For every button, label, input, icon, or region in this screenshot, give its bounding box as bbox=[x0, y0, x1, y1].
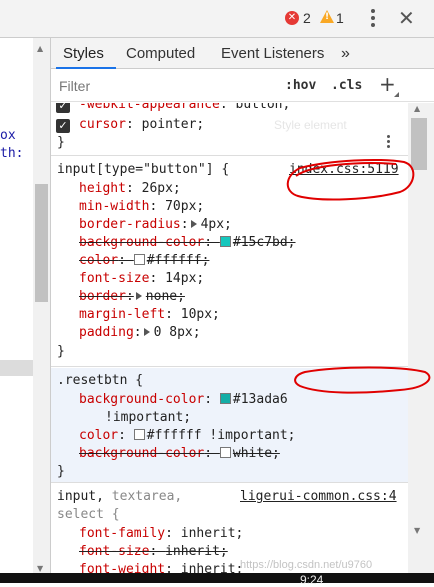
tab-computed[interactable]: Computed bbox=[126, 45, 195, 62]
taskbar bbox=[0, 573, 434, 583]
sidebar-tabs: Styles Computed Event Listeners » bbox=[51, 38, 434, 69]
color-swatch-icon[interactable] bbox=[219, 393, 231, 404]
warning-count[interactable]: 1 bbox=[336, 10, 344, 26]
property-value[interactable]: pointer; bbox=[142, 117, 205, 132]
declaration[interactable]: min-width: 70px; bbox=[79, 199, 204, 217]
styles-scrollbar[interactable] bbox=[408, 103, 434, 573]
declaration-overridden[interactable]: border: none; bbox=[79, 289, 185, 307]
color-swatch-icon[interactable] bbox=[133, 429, 145, 440]
elements-scrollbar[interactable]: ▲ ▼ bbox=[33, 38, 50, 583]
declaration[interactable]: margin-left: 10px; bbox=[79, 307, 220, 325]
scroll-down-arrow-icon[interactable]: ▼ bbox=[37, 564, 43, 573]
elements-fragment: ox bbox=[0, 128, 16, 143]
rule-selector[interactable]: input, textarea, bbox=[57, 489, 182, 507]
close-icon[interactable]: ✕ bbox=[398, 6, 415, 30]
rule-close-brace: } bbox=[57, 135, 65, 150]
cls-button[interactable]: .cls bbox=[331, 78, 362, 93]
rule-selector[interactable]: .resetbtn { bbox=[57, 373, 143, 391]
declaration[interactable]: color: #ffffff !important; bbox=[79, 428, 296, 446]
rule-selector[interactable]: select { bbox=[57, 507, 120, 525]
rule-close-brace: } bbox=[57, 344, 65, 359]
declaration[interactable]: font-size: 14px; bbox=[79, 271, 204, 289]
source-link[interactable]: index.css:5119 bbox=[289, 162, 399, 177]
scroll-up-arrow-icon[interactable]: ▲ bbox=[37, 44, 43, 53]
color-swatch-icon[interactable] bbox=[133, 254, 145, 265]
selected-node-row[interactable] bbox=[0, 360, 33, 376]
elements-scrollbar-thumb[interactable] bbox=[35, 184, 48, 302]
faint-tooltip: Style element bbox=[274, 118, 347, 132]
property-name[interactable]: cursor bbox=[79, 117, 126, 132]
kebab-icon[interactable] bbox=[385, 133, 391, 151]
checkbox-icon[interactable]: ✓ bbox=[56, 119, 70, 133]
declaration[interactable]: padding: 0 8px; bbox=[79, 325, 201, 343]
kebab-icon[interactable] bbox=[366, 6, 380, 30]
declaration[interactable]: font-family: inherit; bbox=[79, 526, 243, 544]
taskbar-clock: 9:24 bbox=[300, 573, 324, 587]
declaration[interactable]: -webkit-appearance: button; bbox=[79, 103, 290, 115]
declaration[interactable]: font-weight: inherit; bbox=[79, 562, 243, 573]
expand-triangle-icon[interactable] bbox=[190, 220, 197, 228]
scroll-down-arrow-icon[interactable]: ▼ bbox=[414, 526, 420, 535]
tab-event-listeners[interactable]: Event Listeners bbox=[221, 45, 324, 62]
declaration[interactable]: height: 26px; bbox=[79, 181, 181, 199]
elements-pane: ox th: ▲ ▼ bbox=[0, 38, 50, 583]
devtools-topbar: ✕ 2 ! 1 ✕ bbox=[0, 0, 434, 38]
scroll-up-arrow-icon[interactable]: ▲ bbox=[414, 104, 420, 113]
declaration-overridden[interactable]: font-size: inherit; bbox=[79, 544, 228, 562]
declaration-continuation[interactable]: !important; bbox=[105, 410, 191, 428]
declaration[interactable]: cursor: pointer; bbox=[79, 117, 204, 135]
color-swatch-icon[interactable] bbox=[219, 447, 231, 458]
property-value[interactable]: button; bbox=[236, 103, 291, 112]
warning-icon-mark: ! bbox=[325, 12, 330, 22]
rule-section: .resetbtn { background-color: #13ada6 !i… bbox=[51, 368, 408, 483]
styles-rules-pane: ✓ -webkit-appearance: button; ✓ cursor: … bbox=[51, 103, 408, 573]
rule-selector[interactable]: input[type="button"] { bbox=[57, 162, 229, 180]
expand-triangle-icon[interactable] bbox=[135, 292, 142, 300]
rule-section: ✓ -webkit-appearance: button; ✓ cursor: … bbox=[51, 103, 408, 156]
watermark: https://blog.csdn.net/u9760 bbox=[240, 559, 373, 571]
styles-scrollbar-thumb[interactable] bbox=[411, 118, 427, 170]
rule-close-brace: } bbox=[57, 464, 65, 479]
property-name[interactable]: -webkit-appearance bbox=[79, 103, 220, 112]
filter-input[interactable] bbox=[57, 75, 272, 97]
expand-triangle-icon[interactable] bbox=[143, 328, 150, 336]
new-rule-menu-icon[interactable] bbox=[394, 92, 399, 97]
more-tabs-icon[interactable]: » bbox=[341, 45, 350, 63]
tab-styles[interactable]: Styles bbox=[63, 45, 104, 62]
declaration[interactable]: border-radius: 4px; bbox=[79, 217, 232, 235]
checkbox-icon[interactable]: ✓ bbox=[56, 103, 70, 113]
color-swatch-icon[interactable] bbox=[219, 236, 231, 247]
hov-button[interactable]: :hov bbox=[285, 78, 316, 93]
source-link[interactable]: ligerui-common.css:4 bbox=[240, 489, 397, 504]
elements-fragment: th: bbox=[0, 146, 24, 161]
styles-toolbar: :hov .cls + bbox=[51, 70, 434, 102]
declaration-overridden[interactable]: color: #ffffff; bbox=[79, 253, 209, 271]
active-tab-indicator bbox=[56, 67, 116, 69]
declaration[interactable]: background-color: #13ada6 bbox=[79, 392, 288, 410]
declaration-overridden[interactable]: background-color: #15c7bd; bbox=[79, 235, 296, 253]
error-count[interactable]: 2 bbox=[303, 10, 311, 26]
rule-section: input[type="button"] { index.css:5119 he… bbox=[51, 157, 408, 367]
error-icon[interactable]: ✕ bbox=[285, 11, 299, 25]
declaration-overridden[interactable]: background-color: white; bbox=[79, 446, 280, 464]
